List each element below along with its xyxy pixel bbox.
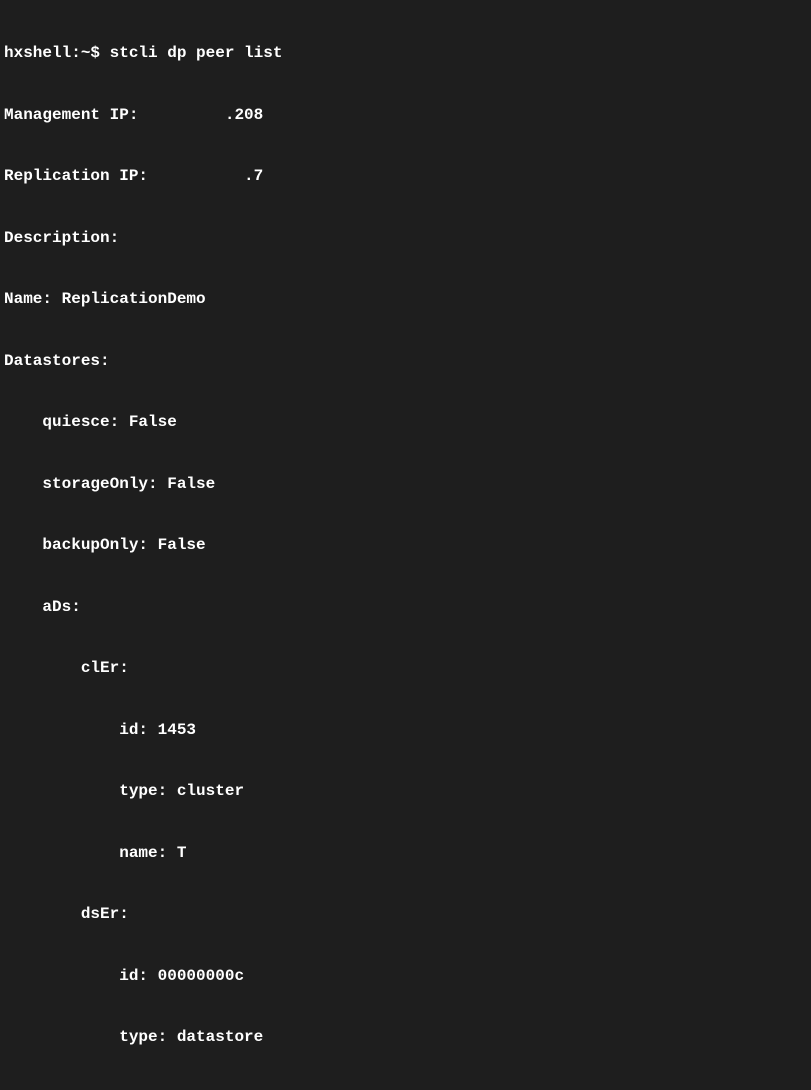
output-line: Description: (4, 228, 807, 249)
output-line: id: 00000000c (4, 966, 807, 987)
command-line: hxshell:~$ stcli dp peer list (4, 43, 807, 64)
output-line: Name: ReplicationDemo (4, 289, 807, 310)
output-line: name: Replication Demo T (4, 1089, 807, 1090)
output-line: dsEr: (4, 904, 807, 925)
output-line: Management IP: .208 (4, 105, 807, 126)
output-line: aDs: (4, 597, 807, 618)
output-line: type: cluster (4, 781, 807, 802)
terminal-window[interactable]: hxshell:~$ stcli dp peer list Management… (0, 0, 811, 1090)
output-line: type: datastore (4, 1027, 807, 1048)
output-line: Datastores: (4, 351, 807, 372)
output-line: id: 1453 (4, 720, 807, 741)
output-line: backupOnly: False (4, 535, 807, 556)
output-line: name: T (4, 843, 807, 864)
output-line: quiesce: False (4, 412, 807, 433)
output-line: clEr: (4, 658, 807, 679)
entered-command: stcli dp peer list (110, 43, 283, 64)
shell-prompt: hxshell:~$ (4, 43, 110, 64)
output-line: Replication IP: .7 (4, 166, 807, 187)
output-line: storageOnly: False (4, 474, 807, 495)
